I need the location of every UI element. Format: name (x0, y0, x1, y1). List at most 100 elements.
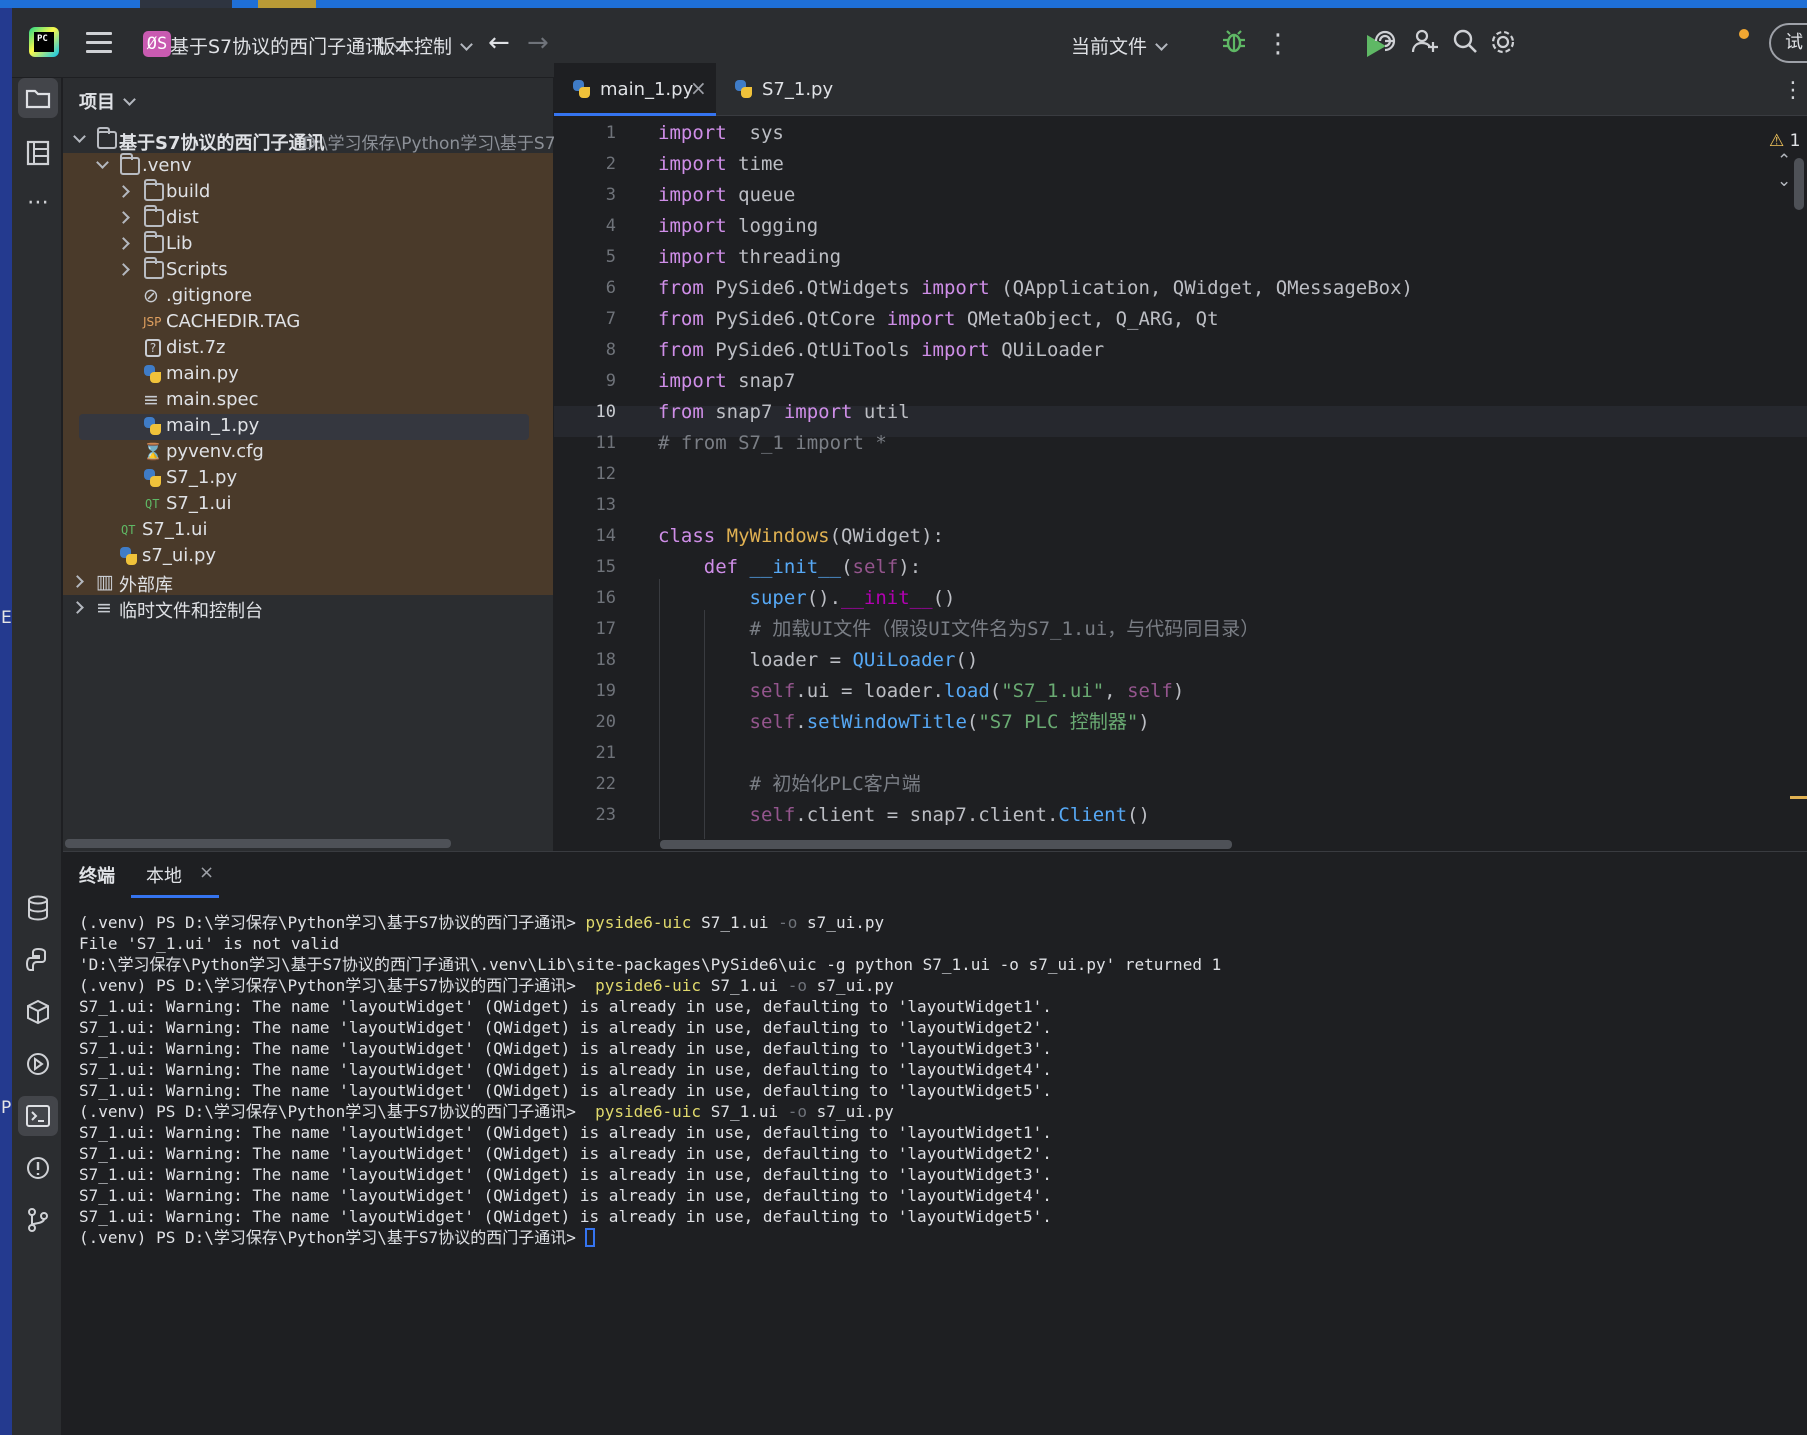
chevron-right-icon[interactable] (71, 575, 84, 588)
tab-s7-1-py[interactable]: S7_1.py (716, 63, 854, 116)
chevron-right-icon[interactable] (117, 237, 130, 250)
tree-item-pyvenv-cfg[interactable]: ⌛ pyvenv.cfg (63, 440, 553, 466)
tree-item-main-py[interactable]: main.py (63, 362, 553, 388)
code-line[interactable]: super().__init__() (658, 583, 956, 614)
terminal-tool-button[interactable] (18, 1096, 58, 1136)
code-line[interactable]: self.ui = loader.load("S7_1.ui", self) (658, 676, 1185, 707)
tree-item-external-libs[interactable]: ▥ 外部库 (63, 570, 553, 596)
code-line[interactable]: import queue (658, 180, 795, 211)
tab-local[interactable]: 本地 (146, 862, 182, 888)
structure-tool-button[interactable] (18, 133, 58, 173)
chevron-down-icon[interactable] (96, 156, 109, 169)
line-number: 12 (595, 464, 616, 484)
problems-tool-button[interactable] (18, 1148, 58, 1188)
debug-button[interactable] (1218, 28, 1250, 60)
chevron-down-icon[interactable] (73, 130, 86, 143)
project-name: 基于S7协议的西门子通讯 (170, 36, 385, 58)
run-config-selector[interactable]: 当前文件 (1071, 32, 1168, 59)
line-number: 22 (595, 774, 616, 794)
folder-icon (144, 179, 164, 201)
tree-item-venv[interactable]: .venv (63, 153, 553, 180)
back-button[interactable]: ← (488, 30, 510, 56)
tree-item-cachedir[interactable]: JSP CACHEDIR.TAG (63, 310, 553, 336)
desktop-top-strip (0, 0, 1807, 8)
tree-item-lib[interactable]: Lib (63, 231, 553, 258)
tree-item-s7-1-ui-venv[interactable]: QT S7_1.ui (63, 492, 553, 518)
chevron-down-icon[interactable]: ⌄ (1777, 171, 1791, 191)
code-line[interactable]: import threading (658, 242, 841, 273)
editor-horizontal-scrollbar[interactable] (660, 840, 1232, 849)
code-line[interactable]: loader = QUiLoader() (658, 645, 979, 676)
tree-item-label: 临时文件和控制台 (119, 601, 263, 622)
main-menu-button[interactable] (86, 32, 112, 54)
code-line[interactable]: import logging (658, 211, 818, 242)
close-terminal-tab-icon[interactable]: × (199, 862, 214, 883)
code-line[interactable]: from PySide6.QtCore import QMetaObject, … (658, 304, 1219, 335)
project-view-selector[interactable]: 项目 (79, 88, 136, 114)
tree-item-s7-1-py[interactable]: S7_1.py (63, 466, 553, 492)
code-line[interactable]: # from S7_1 import * (658, 428, 887, 459)
python-packages-button[interactable] (18, 992, 58, 1032)
more-tools-button[interactable]: ⋯ (18, 186, 58, 226)
terminal-line: S7_1.ui: Warning: The name 'layoutWidget… (79, 1081, 1052, 1100)
tree-item-dist[interactable]: dist (63, 205, 553, 232)
tree-item-project-root[interactable]: 基于S7协议的西门子通讯 D:\学习保存\Python学习\基于S7协 (63, 127, 573, 154)
line-number: 20 (595, 712, 616, 732)
tree-item-dist-7z[interactable]: ? dist.7z (63, 336, 553, 362)
add-user-icon[interactable] (1409, 28, 1441, 60)
code-line[interactable]: import time (658, 149, 784, 180)
code-line[interactable]: def __init__(self): (658, 552, 921, 583)
code-line[interactable]: self.client = snap7.client.Client() (658, 800, 1150, 831)
project-horizontal-scrollbar[interactable] (65, 839, 451, 848)
warning-marker[interactable] (1790, 796, 1807, 799)
code-line[interactable]: # 加载UI文件（假设UI文件名为S7_1.ui，与代码同目录） (658, 614, 1260, 645)
vcs-menu[interactable]: 版本控制 (376, 32, 473, 59)
trial-button[interactable]: 试 (1769, 23, 1807, 63)
tree-item-gitignore[interactable]: ⊘ .gitignore (63, 284, 553, 310)
close-tab-icon[interactable]: × (690, 76, 707, 100)
code-area[interactable]: import sys import time import queue import … (658, 118, 1778, 851)
tree-item-s7-1-ui[interactable]: QT S7_1.ui (63, 518, 553, 544)
python-console-button[interactable] (18, 940, 58, 980)
project-path: D:\学习保存\Python学习\基于S7协 (303, 134, 573, 154)
line-number: 5 (605, 247, 616, 267)
services-tool-button[interactable] (18, 1044, 58, 1084)
code-line[interactable]: self.setWindowTitle("S7 PLC 控制器") (658, 707, 1150, 738)
ai-assistant-icon[interactable] (1369, 28, 1401, 60)
tab-main-1-py[interactable]: main_1.py × (554, 63, 716, 116)
tree-item-main-spec[interactable]: ≡ main.spec (63, 388, 553, 414)
tab-label: main_1.py (600, 79, 694, 100)
chevron-right-icon[interactable] (117, 263, 130, 276)
database-tool-button[interactable] (18, 888, 58, 928)
warning-icon: ⚠ (1769, 131, 1785, 151)
tree-item-s7-ui-py[interactable]: s7_ui.py (63, 544, 553, 570)
code-line[interactable]: import snap7 (658, 366, 795, 397)
tree-item-main-1-py[interactable]: main_1.py (63, 414, 553, 440)
chevron-right-icon[interactable] (71, 601, 84, 614)
chevron-right-icon[interactable] (117, 211, 130, 224)
project-switcher[interactable]: 基于S7协议的西门子通讯 (170, 32, 406, 59)
chevron-right-icon[interactable] (117, 185, 130, 198)
tree-item-scripts[interactable]: Scripts (63, 257, 553, 284)
chevron-up-icon[interactable]: ⌃ (1777, 151, 1791, 171)
folder-icon (25, 89, 51, 109)
terminal-line: S7_1.ui: Warning: The name 'layoutWidget… (79, 1018, 1052, 1037)
code-line[interactable]: # 初始化PLC客户端 (658, 769, 921, 800)
code-line[interactable]: class MyWindows(QWidget): (658, 521, 944, 552)
search-icon[interactable] (1449, 28, 1481, 60)
tree-item-build[interactable]: build (63, 179, 553, 206)
active-tab-indicator (131, 895, 219, 898)
editor-vertical-scrollbar[interactable] (1794, 158, 1804, 210)
editor-tabs-menu[interactable]: ⋮ (1782, 78, 1804, 103)
code-line[interactable]: from snap7 import util (658, 397, 910, 428)
settings-gear-icon[interactable] (1487, 28, 1519, 60)
more-actions-button[interactable]: ⋮ (1262, 28, 1294, 60)
code-line[interactable]: import sys (658, 118, 784, 149)
git-tool-button[interactable] (18, 1200, 58, 1240)
forward-button[interactable]: → (527, 30, 549, 56)
project-tool-button[interactable] (18, 78, 58, 118)
tree-item-label: s7_ui.py (142, 545, 217, 566)
tree-item-scratches[interactable]: ≡ 临时文件和控制台 (63, 596, 553, 622)
code-line[interactable]: from PySide6.QtUiTools import QUiLoader (658, 335, 1104, 366)
code-line[interactable]: from PySide6.QtWidgets import (QApplicat… (658, 273, 1413, 304)
